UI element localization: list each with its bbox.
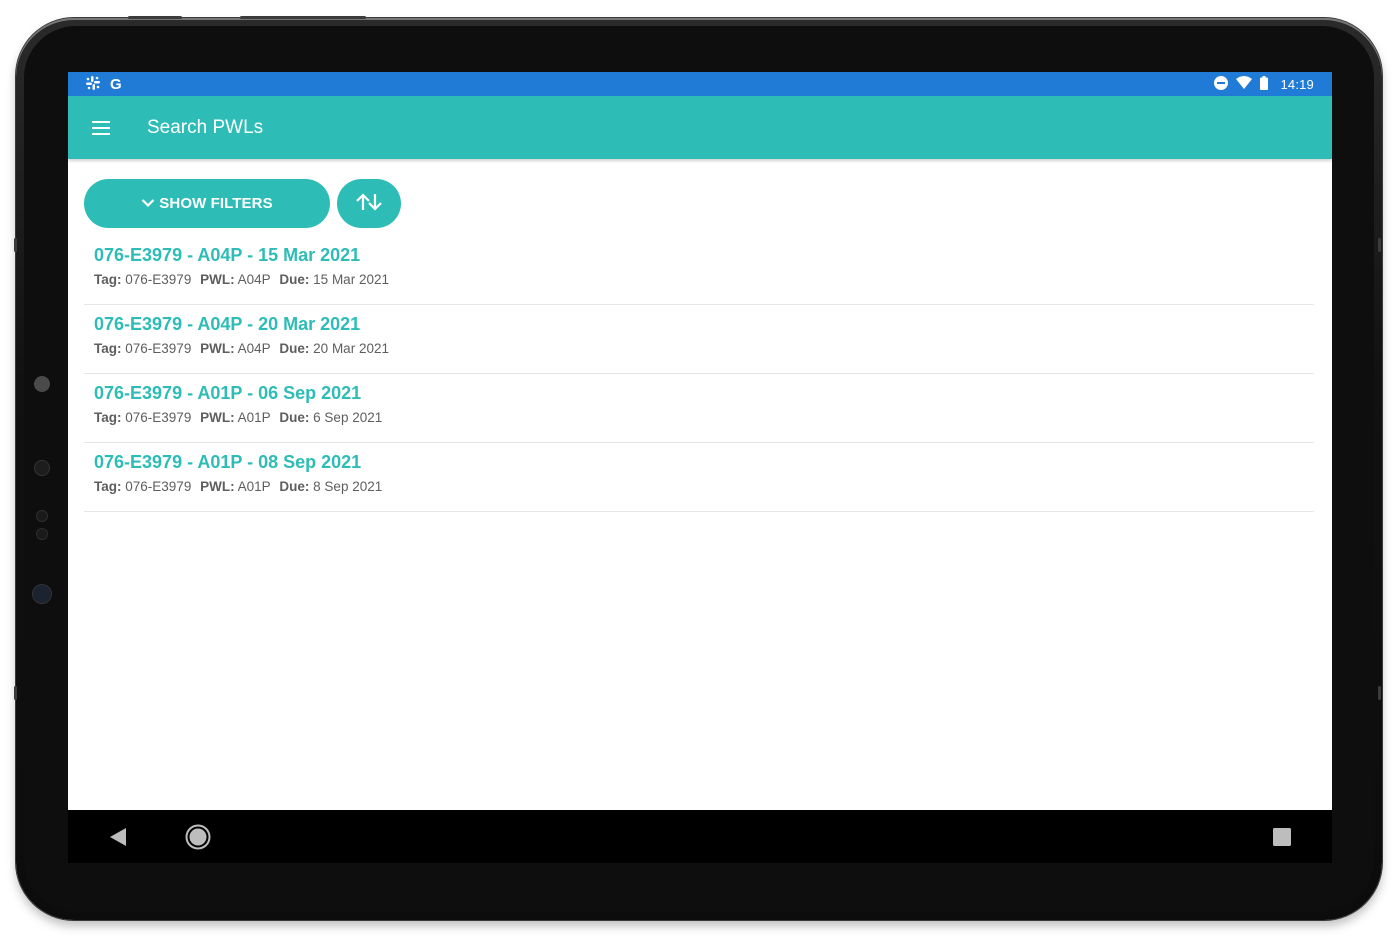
sort-button[interactable]	[337, 179, 401, 228]
pwl-value: A04P	[237, 341, 271, 356]
list-item[interactable]: 076-E3979 - A04P - 20 Mar 2021 Tag: 076-…	[84, 305, 1314, 374]
sort-arrows-icon	[355, 193, 383, 214]
chevron-down-icon	[141, 195, 155, 212]
show-filters-label: SHOW FILTERS	[159, 195, 273, 212]
sensor-dot	[37, 511, 47, 521]
do-not-disturb-icon	[1214, 75, 1229, 93]
side-button-left	[14, 238, 17, 252]
due-value: 8 Sep 2021	[313, 479, 383, 494]
tag-label: Tag:	[94, 272, 122, 287]
tag-value: 076-E3979	[125, 272, 192, 287]
navigation-bar	[68, 810, 1332, 863]
due-label: Due:	[279, 341, 310, 356]
sensor-dot-lower	[37, 529, 47, 539]
battery-icon	[1260, 75, 1269, 93]
pwl-meta: Tag: 076-E3979 PWL: A01P Due: 8 Sep 2021	[94, 479, 1304, 495]
slack-icon	[86, 75, 100, 93]
pwl-value: A01P	[237, 410, 271, 425]
home-circle-icon[interactable]	[178, 810, 218, 863]
pwl-meta: Tag: 076-E3979 PWL: A01P Due: 6 Sep 2021	[94, 410, 1304, 426]
side-button-right-lower	[1378, 686, 1381, 700]
pwl-title: 076-E3979 - A01P - 08 Sep 2021	[94, 452, 362, 472]
pwl-value: A04P	[237, 272, 271, 287]
tag-label: Tag:	[94, 410, 122, 425]
page-title: Search PWLs	[147, 116, 264, 138]
due-value: 15 Mar 2021	[313, 272, 389, 287]
light-sensor	[35, 461, 49, 475]
due-value: 6 Sep 2021	[313, 410, 383, 425]
recents-square-icon[interactable]	[1262, 810, 1302, 863]
main-content: SHOW FILTERS 076-E3979 - A04P - 15 Mar 2…	[68, 159, 1332, 810]
status-time: 14:19	[1280, 76, 1314, 92]
due-value: 20 Mar 2021	[313, 341, 389, 356]
power-button-top	[240, 16, 366, 19]
pwl-label: PWL:	[200, 341, 235, 356]
device-screen: G 14:19 Search PWLs SHOW FILTERS 076-E39…	[68, 72, 1332, 863]
pwl-label: PWL:	[200, 410, 235, 425]
list-item[interactable]: 076-E3979 - A04P - 15 Mar 2021 Tag: 076-…	[84, 236, 1314, 305]
back-triangle-icon[interactable]	[98, 810, 138, 863]
pwl-meta: Tag: 076-E3979 PWL: A04P Due: 15 Mar 202…	[94, 272, 1304, 288]
google-icon: G	[110, 75, 122, 93]
pwl-title: 076-E3979 - A04P - 20 Mar 2021	[94, 314, 361, 334]
pwl-title: 076-E3979 - A01P - 06 Sep 2021	[94, 383, 362, 403]
side-button-right	[1378, 238, 1381, 252]
app-bar: Search PWLs	[68, 96, 1332, 159]
front-camera	[33, 585, 51, 603]
wifi-icon	[1236, 76, 1253, 92]
hamburger-menu-icon[interactable]	[68, 96, 140, 159]
list-item[interactable]: 076-E3979 - A01P - 06 Sep 2021 Tag: 076-…	[84, 374, 1314, 443]
camera-lens	[34, 376, 50, 392]
volume-button-top	[128, 16, 182, 19]
pwl-value: A01P	[237, 479, 271, 494]
pwl-title: 076-E3979 - A04P - 15 Mar 2021	[94, 245, 361, 265]
tag-label: Tag:	[94, 341, 122, 356]
filter-toolbar: SHOW FILTERS	[84, 179, 1316, 228]
tag-value: 076-E3979	[125, 479, 192, 494]
due-label: Due:	[279, 410, 310, 425]
due-label: Due:	[279, 479, 310, 494]
show-filters-button[interactable]: SHOW FILTERS	[84, 179, 330, 228]
pwl-label: PWL:	[200, 272, 235, 287]
due-label: Due:	[279, 272, 310, 287]
pwl-list: 076-E3979 - A04P - 15 Mar 2021 Tag: 076-…	[84, 236, 1314, 512]
pwl-label: PWL:	[200, 479, 235, 494]
side-button-left-lower	[14, 686, 17, 700]
pwl-meta: Tag: 076-E3979 PWL: A04P Due: 20 Mar 202…	[94, 341, 1304, 357]
tag-value: 076-E3979	[125, 341, 192, 356]
tag-value: 076-E3979	[125, 410, 192, 425]
tag-label: Tag:	[94, 479, 122, 494]
list-item[interactable]: 076-E3979 - A01P - 08 Sep 2021 Tag: 076-…	[84, 443, 1314, 512]
status-bar: G 14:19	[68, 72, 1332, 96]
